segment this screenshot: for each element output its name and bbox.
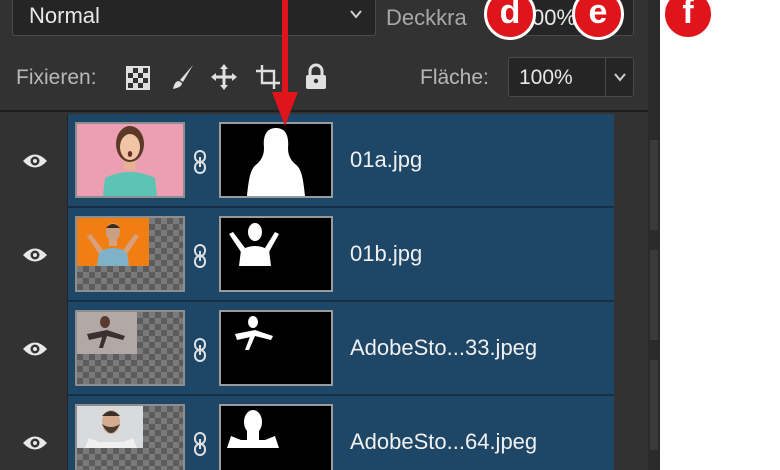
layer-mask-thumbnail[interactable] bbox=[219, 216, 333, 292]
eye-icon bbox=[23, 436, 47, 450]
mask-silhouette bbox=[227, 410, 279, 448]
padlock-icon[interactable] bbox=[302, 63, 330, 91]
red-arrow-annotation bbox=[272, 0, 298, 126]
chain-link-icon[interactable] bbox=[192, 244, 208, 268]
layer-row[interactable]: AdobeSto...64.jpeg bbox=[0, 396, 648, 470]
lock-label: Fixieren: bbox=[16, 66, 97, 89]
mask-silhouette bbox=[235, 316, 273, 350]
visibility-toggle[interactable] bbox=[0, 114, 68, 208]
layer-selection: AdobeSto...64.jpeg bbox=[68, 396, 614, 470]
layer-row[interactable]: AdobeSto...33.jpeg bbox=[0, 302, 648, 396]
chain-link-icon[interactable] bbox=[192, 432, 208, 456]
opacity-label: Deckkra bbox=[386, 5, 467, 30]
woman-photo-image bbox=[77, 124, 183, 196]
checkerboard-lock-icon[interactable] bbox=[124, 63, 152, 91]
chevron-down-icon bbox=[614, 73, 626, 82]
layer-mask-thumbnail[interactable] bbox=[219, 122, 333, 198]
layer-row[interactable]: 01a.jpg bbox=[0, 114, 648, 208]
layer-mask-thumbnail[interactable] bbox=[219, 404, 333, 470]
page-background bbox=[660, 0, 780, 470]
layer-thumbnail[interactable] bbox=[75, 310, 185, 386]
layer-thumbnail[interactable] bbox=[75, 216, 185, 292]
chain-link-icon[interactable] bbox=[192, 338, 208, 362]
layer-selection: AdobeSto...33.jpeg bbox=[68, 302, 614, 396]
fill-field[interactable]: 100% bbox=[508, 57, 634, 97]
fill-label: Fläche: bbox=[420, 66, 489, 89]
move-lock-icon[interactable] bbox=[210, 63, 238, 91]
eye-icon bbox=[23, 154, 47, 168]
fill-value: 100% bbox=[519, 66, 573, 89]
row-gap bbox=[614, 114, 648, 208]
dancer-photo-image bbox=[77, 312, 137, 354]
visibility-toggle[interactable] bbox=[0, 396, 68, 470]
chevron-down-icon bbox=[350, 10, 362, 19]
brush-lock-icon[interactable] bbox=[168, 63, 196, 91]
blend-mode-dropdown[interactable]: Normal bbox=[12, 0, 376, 36]
layer-name: AdobeSto...33.jpeg bbox=[350, 335, 538, 360]
opacity-value: 00% bbox=[532, 5, 577, 30]
eye-icon bbox=[23, 342, 47, 356]
mask-silhouette bbox=[229, 223, 279, 266]
bearded-man-photo-image bbox=[77, 406, 143, 448]
eye-icon bbox=[23, 248, 47, 262]
row-gap bbox=[614, 208, 648, 302]
blend-mode-value: Normal bbox=[29, 3, 100, 28]
row-gap bbox=[614, 302, 648, 396]
panel-scroll-edge bbox=[648, 0, 660, 470]
layer-row[interactable]: 01b.jpg bbox=[0, 208, 648, 302]
layer-name: 01b.jpg bbox=[350, 241, 423, 266]
panel-divider bbox=[0, 110, 648, 112]
row-gap bbox=[614, 396, 648, 470]
layer-selection: 01a.jpg bbox=[68, 114, 614, 208]
layer-name: AdobeSto...64.jpeg bbox=[350, 429, 538, 454]
layers-panel: Normal Deckkra 00% Fixieren: Fläche: 100… bbox=[0, 0, 648, 470]
layer-selection: 01b.jpg bbox=[68, 208, 614, 302]
fill-dropdown-button[interactable] bbox=[605, 58, 634, 96]
layer-name: 01a.jpg bbox=[350, 147, 423, 172]
mask-silhouette bbox=[247, 128, 305, 196]
layer-thumbnail[interactable] bbox=[75, 404, 185, 470]
layer-thumbnail[interactable] bbox=[75, 122, 185, 198]
chain-link-icon[interactable] bbox=[192, 150, 208, 174]
man-photo-image bbox=[77, 218, 149, 266]
layer-mask-thumbnail[interactable] bbox=[219, 310, 333, 386]
visibility-toggle[interactable] bbox=[0, 208, 68, 302]
visibility-toggle[interactable] bbox=[0, 302, 68, 396]
